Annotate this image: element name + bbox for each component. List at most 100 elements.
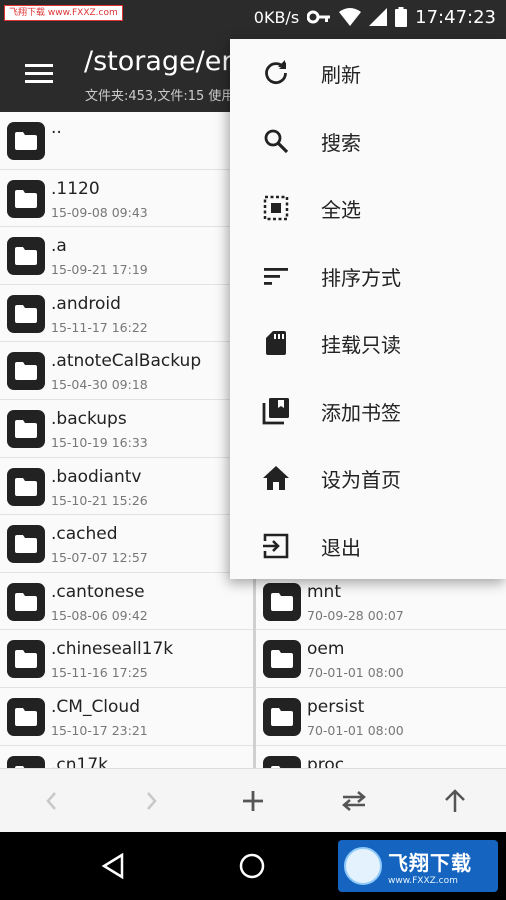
folder-icon (263, 582, 301, 621)
logo-icon (344, 847, 382, 885)
overflow-menu: 刷新 搜索 全选 排序方式 挂载只读 添加书签 设为首页 退出 (230, 39, 506, 579)
watermark-logo: 飞翔下载 www.FXXZ.com (338, 840, 498, 892)
file-date: 15-10-19 16:33 (51, 434, 148, 450)
list-item[interactable]: .cantonese 15-08-06 09:42 (0, 573, 253, 631)
menu-item-label: 退出 (321, 535, 361, 560)
file-name: .cn17k (51, 754, 109, 768)
menu-item-label: 排序方式 (321, 265, 401, 290)
folder-icon (7, 467, 45, 506)
nav-home-icon[interactable] (238, 852, 266, 884)
folder-icon (7, 122, 45, 160)
status-bar: 飞翔下载 www.FXXZ.com 0KB/s 17:47:23 (0, 0, 506, 34)
vpn-key-icon (307, 10, 331, 24)
folder-icon (7, 525, 45, 564)
back-arrow-icon[interactable] (0, 769, 101, 832)
file-date: 15-10-17 23:21 (51, 722, 148, 738)
file-name: .baodiantv (51, 466, 142, 487)
file-name: mnt (307, 581, 341, 602)
watermark-url: www.FXXZ.com (388, 875, 458, 886)
nav-back-icon[interactable] (100, 852, 126, 884)
file-name: .chineseall17k (51, 639, 174, 660)
folder-icon (7, 755, 45, 768)
menu-item-label: 添加书签 (321, 400, 401, 425)
list-item[interactable]: mnt 70-09-28 00:07 (256, 573, 506, 631)
list-item[interactable]: persist 70-01-01 08:00 (256, 688, 506, 746)
file-date: 70-01-01 08:00 (307, 665, 404, 681)
list-item[interactable]: .1120 15-09-08 09:43 (0, 170, 253, 228)
exit-icon (262, 532, 290, 560)
menu-item-sort[interactable]: 排序方式 (230, 242, 506, 310)
menu-item-refresh[interactable]: 刷新 (230, 39, 506, 107)
file-date: 15-09-08 09:43 (51, 204, 148, 220)
list-item[interactable]: oem 70-01-01 08:00 (256, 630, 506, 688)
signal-icon (369, 8, 388, 26)
file-name: .android (51, 293, 121, 314)
list-item[interactable]: .. (0, 112, 253, 170)
folder-icon (7, 409, 45, 448)
menu-item-exit[interactable]: 退出 (230, 512, 506, 580)
list-item[interactable]: .atnoteCalBackup 15-04-30 09:18 (0, 342, 253, 400)
file-name: proc (307, 754, 345, 768)
folder-icon (7, 294, 45, 333)
sort-icon (262, 262, 290, 290)
folder-icon (7, 179, 45, 218)
left-file-pane: .. .1120 15-09-08 09:43 .a 15-09-21 17:1… (0, 112, 253, 768)
file-name: .CM_Cloud (51, 696, 141, 717)
file-name: .1120 (51, 178, 100, 199)
file-date: 15-07-07 12:57 (51, 550, 148, 566)
file-name: oem (307, 639, 345, 660)
system-nav-bar: 飞翔下载 www.FXXZ.com (0, 832, 506, 900)
list-item[interactable]: .CM_Cloud 15-10-17 23:21 (0, 688, 253, 746)
folder-icon (7, 582, 45, 621)
file-name: .. (51, 118, 62, 138)
menu-item-add-bookmark[interactable]: 添加书签 (230, 377, 506, 445)
file-name: .atnoteCalBackup (51, 351, 202, 372)
swap-icon[interactable] (304, 769, 405, 832)
search-icon (262, 127, 290, 155)
file-name: .cantonese (51, 581, 145, 602)
hamburger-menu-icon[interactable] (14, 56, 64, 90)
menu-item-search[interactable]: 搜索 (230, 107, 506, 175)
list-item[interactable]: .android 15-11-17 16:22 (0, 285, 253, 343)
menu-item-set-home[interactable]: 设为首页 (230, 444, 506, 512)
list-item[interactable]: .a 15-09-21 17:19 (0, 227, 253, 285)
wifi-icon (339, 8, 362, 26)
add-icon[interactable] (202, 769, 303, 832)
up-arrow-icon[interactable] (405, 769, 506, 832)
file-date: 15-04-30 09:18 (51, 377, 148, 393)
file-date: 15-11-17 16:22 (51, 319, 148, 335)
list-item[interactable]: .baodiantv 15-10-21 15:26 (0, 458, 253, 516)
menu-item-mount-readonly[interactable]: 挂载只读 (230, 309, 506, 377)
menu-item-label: 挂载只读 (321, 333, 401, 357)
home-icon (262, 464, 290, 492)
watermark-title: 飞翔下载 (388, 850, 472, 875)
menu-item-select-all[interactable]: 全选 (230, 174, 506, 242)
folder-icon (7, 352, 45, 391)
bottom-toolbar (0, 768, 506, 832)
file-date: 70-01-01 08:00 (307, 722, 404, 738)
file-name: .backups (51, 408, 127, 429)
file-name: .cached (51, 524, 118, 545)
list-item[interactable]: .chineseall17k 15-11-16 17:25 (0, 630, 253, 688)
clock: 17:47:23 (415, 6, 496, 28)
file-date: 15-09-21 17:19 (51, 262, 148, 278)
status-icons: 0KB/s 17:47:23 (254, 0, 496, 34)
list-item[interactable]: .backups 15-10-19 16:33 (0, 400, 253, 458)
menu-item-label: 搜索 (321, 130, 361, 155)
list-item[interactable]: proc (256, 746, 506, 768)
file-date: 15-10-21 15:26 (51, 492, 148, 508)
refresh-icon (262, 59, 290, 87)
file-name: persist (307, 696, 365, 717)
list-item[interactable]: .cn17k (0, 746, 253, 768)
menu-item-label: 刷新 (321, 63, 361, 87)
sd-card-icon (262, 329, 290, 357)
folder-icon (7, 697, 45, 736)
list-item[interactable]: .cached 15-07-07 12:57 (0, 515, 253, 573)
file-name: .a (51, 236, 67, 257)
file-date: 70-09-28 00:07 (307, 607, 404, 623)
forward-arrow-icon[interactable] (101, 769, 202, 832)
folder-icon (263, 755, 301, 768)
bookmark-icon (262, 397, 290, 425)
select-all-icon (262, 194, 290, 222)
file-date: 15-08-06 09:42 (51, 607, 148, 623)
